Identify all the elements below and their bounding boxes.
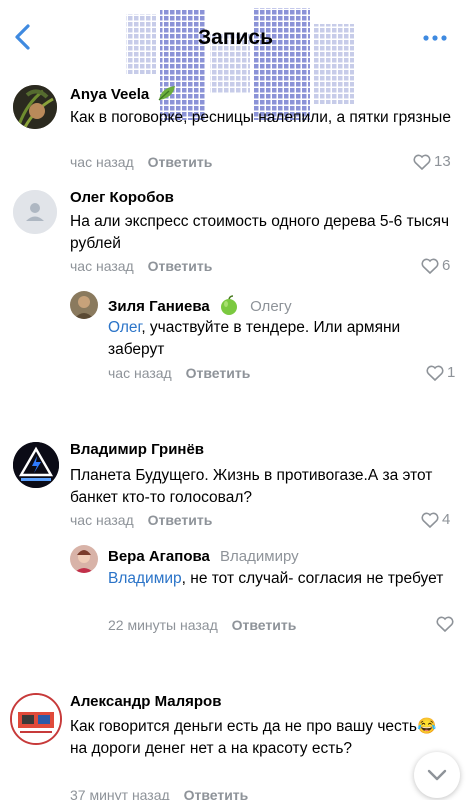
like-count: 1	[447, 364, 456, 381]
comment: Владимир Гринёв Планета Будущего. Жизнь …	[0, 432, 471, 542]
default-avatar-icon	[13, 190, 57, 234]
high-voltage-logo	[13, 442, 59, 488]
like-button[interactable]: 13	[413, 153, 451, 170]
comment-text: Как говорится деньги есть да не про вашу…	[70, 718, 417, 735]
comment-text: Как в поговорке, ресницы налепили, а пят…	[70, 109, 451, 126]
comment-text: , участвуйте в тендере. Или армяни забер…	[108, 319, 401, 358]
reply-button[interactable]: Ответить	[184, 787, 249, 800]
reply-button[interactable]: Ответить	[232, 617, 297, 633]
author-name[interactable]: Владимир Гринёв	[70, 441, 204, 458]
reply-button[interactable]: Ответить	[148, 258, 213, 274]
avatar[interactable]	[13, 442, 59, 488]
heart-icon	[421, 512, 439, 528]
author-name[interactable]: Anya Veela	[70, 86, 149, 103]
author-name[interactable]: Александр Маляров	[70, 693, 221, 710]
mention-link[interactable]: Владимир	[108, 570, 182, 587]
author-name[interactable]: Зиля Ганиева	[108, 298, 210, 315]
chevron-down-icon	[427, 769, 447, 781]
top-bar: Запись	[0, 0, 471, 120]
more-dots-icon[interactable]	[420, 28, 450, 48]
reply-target[interactable]: Олегу	[250, 298, 292, 315]
comment-time: час назад	[70, 512, 134, 528]
comment-text: на дороги денег нет а на красоту есть?	[70, 740, 353, 757]
comment-text: , не тот случай- согласия не требует	[181, 570, 444, 587]
avatar[interactable]	[70, 545, 98, 573]
author-name[interactable]: Олег Коробов	[70, 189, 174, 206]
like-count: 13	[434, 153, 451, 170]
comment-text: Планета Будущего. Жизнь в противогазе.А …	[70, 467, 433, 506]
avatar-image	[70, 291, 98, 319]
comment-text: На али экспресс стоимость одного дерева …	[70, 213, 450, 252]
author-name[interactable]: Вера Агапова	[108, 548, 210, 565]
car-selection-logo	[12, 695, 60, 743]
comment-time: час назад	[70, 154, 134, 170]
avatar[interactable]	[70, 291, 98, 319]
heart-icon	[421, 258, 439, 274]
reply-comment: Зиля Ганиева Олегу Олег, участвуйте в те…	[0, 285, 471, 395]
like-button[interactable]: 1	[426, 364, 455, 381]
scroll-down-button[interactable]	[414, 752, 460, 798]
comment: Александр Маляров Как говорится деньги е…	[0, 684, 471, 800]
reply-comment: Вера Агапова Владимиру Владимир, не тот …	[0, 540, 471, 650]
reply-button[interactable]: Ответить	[148, 512, 213, 528]
comment-time: час назад	[70, 258, 134, 274]
comment: Anya Veela Как в поговорке, ресницы нале…	[0, 74, 471, 184]
comment-time: 37 минут назад	[70, 787, 170, 800]
avatar-image	[13, 85, 57, 129]
like-count: 4	[442, 511, 451, 528]
heart-icon	[426, 365, 444, 381]
like-button[interactable]	[436, 616, 457, 632]
avatar-image	[70, 545, 98, 573]
heart-icon	[436, 616, 454, 632]
reply-button[interactable]: Ответить	[148, 154, 213, 170]
like-count: 6	[442, 257, 451, 274]
avatar[interactable]	[13, 85, 57, 129]
heart-icon	[413, 154, 431, 170]
comment: Олег Коробов На али экспресс стоимость о…	[0, 180, 471, 285]
reply-target[interactable]: Владимиру	[220, 548, 299, 565]
comment-time: 22 минуты назад	[108, 617, 218, 633]
like-button[interactable]: 4	[421, 511, 450, 528]
comment-time: час назад	[108, 365, 172, 381]
mention-link[interactable]: Олег	[108, 319, 141, 336]
like-button[interactable]: 6	[421, 257, 450, 274]
page-title: Запись	[197, 26, 274, 49]
avatar[interactable]	[13, 190, 57, 234]
laughing-emoji: 😂	[416, 718, 437, 735]
reply-button[interactable]: Ответить	[186, 365, 251, 381]
leaf-icon	[157, 84, 177, 106]
avatar[interactable]	[10, 693, 62, 745]
